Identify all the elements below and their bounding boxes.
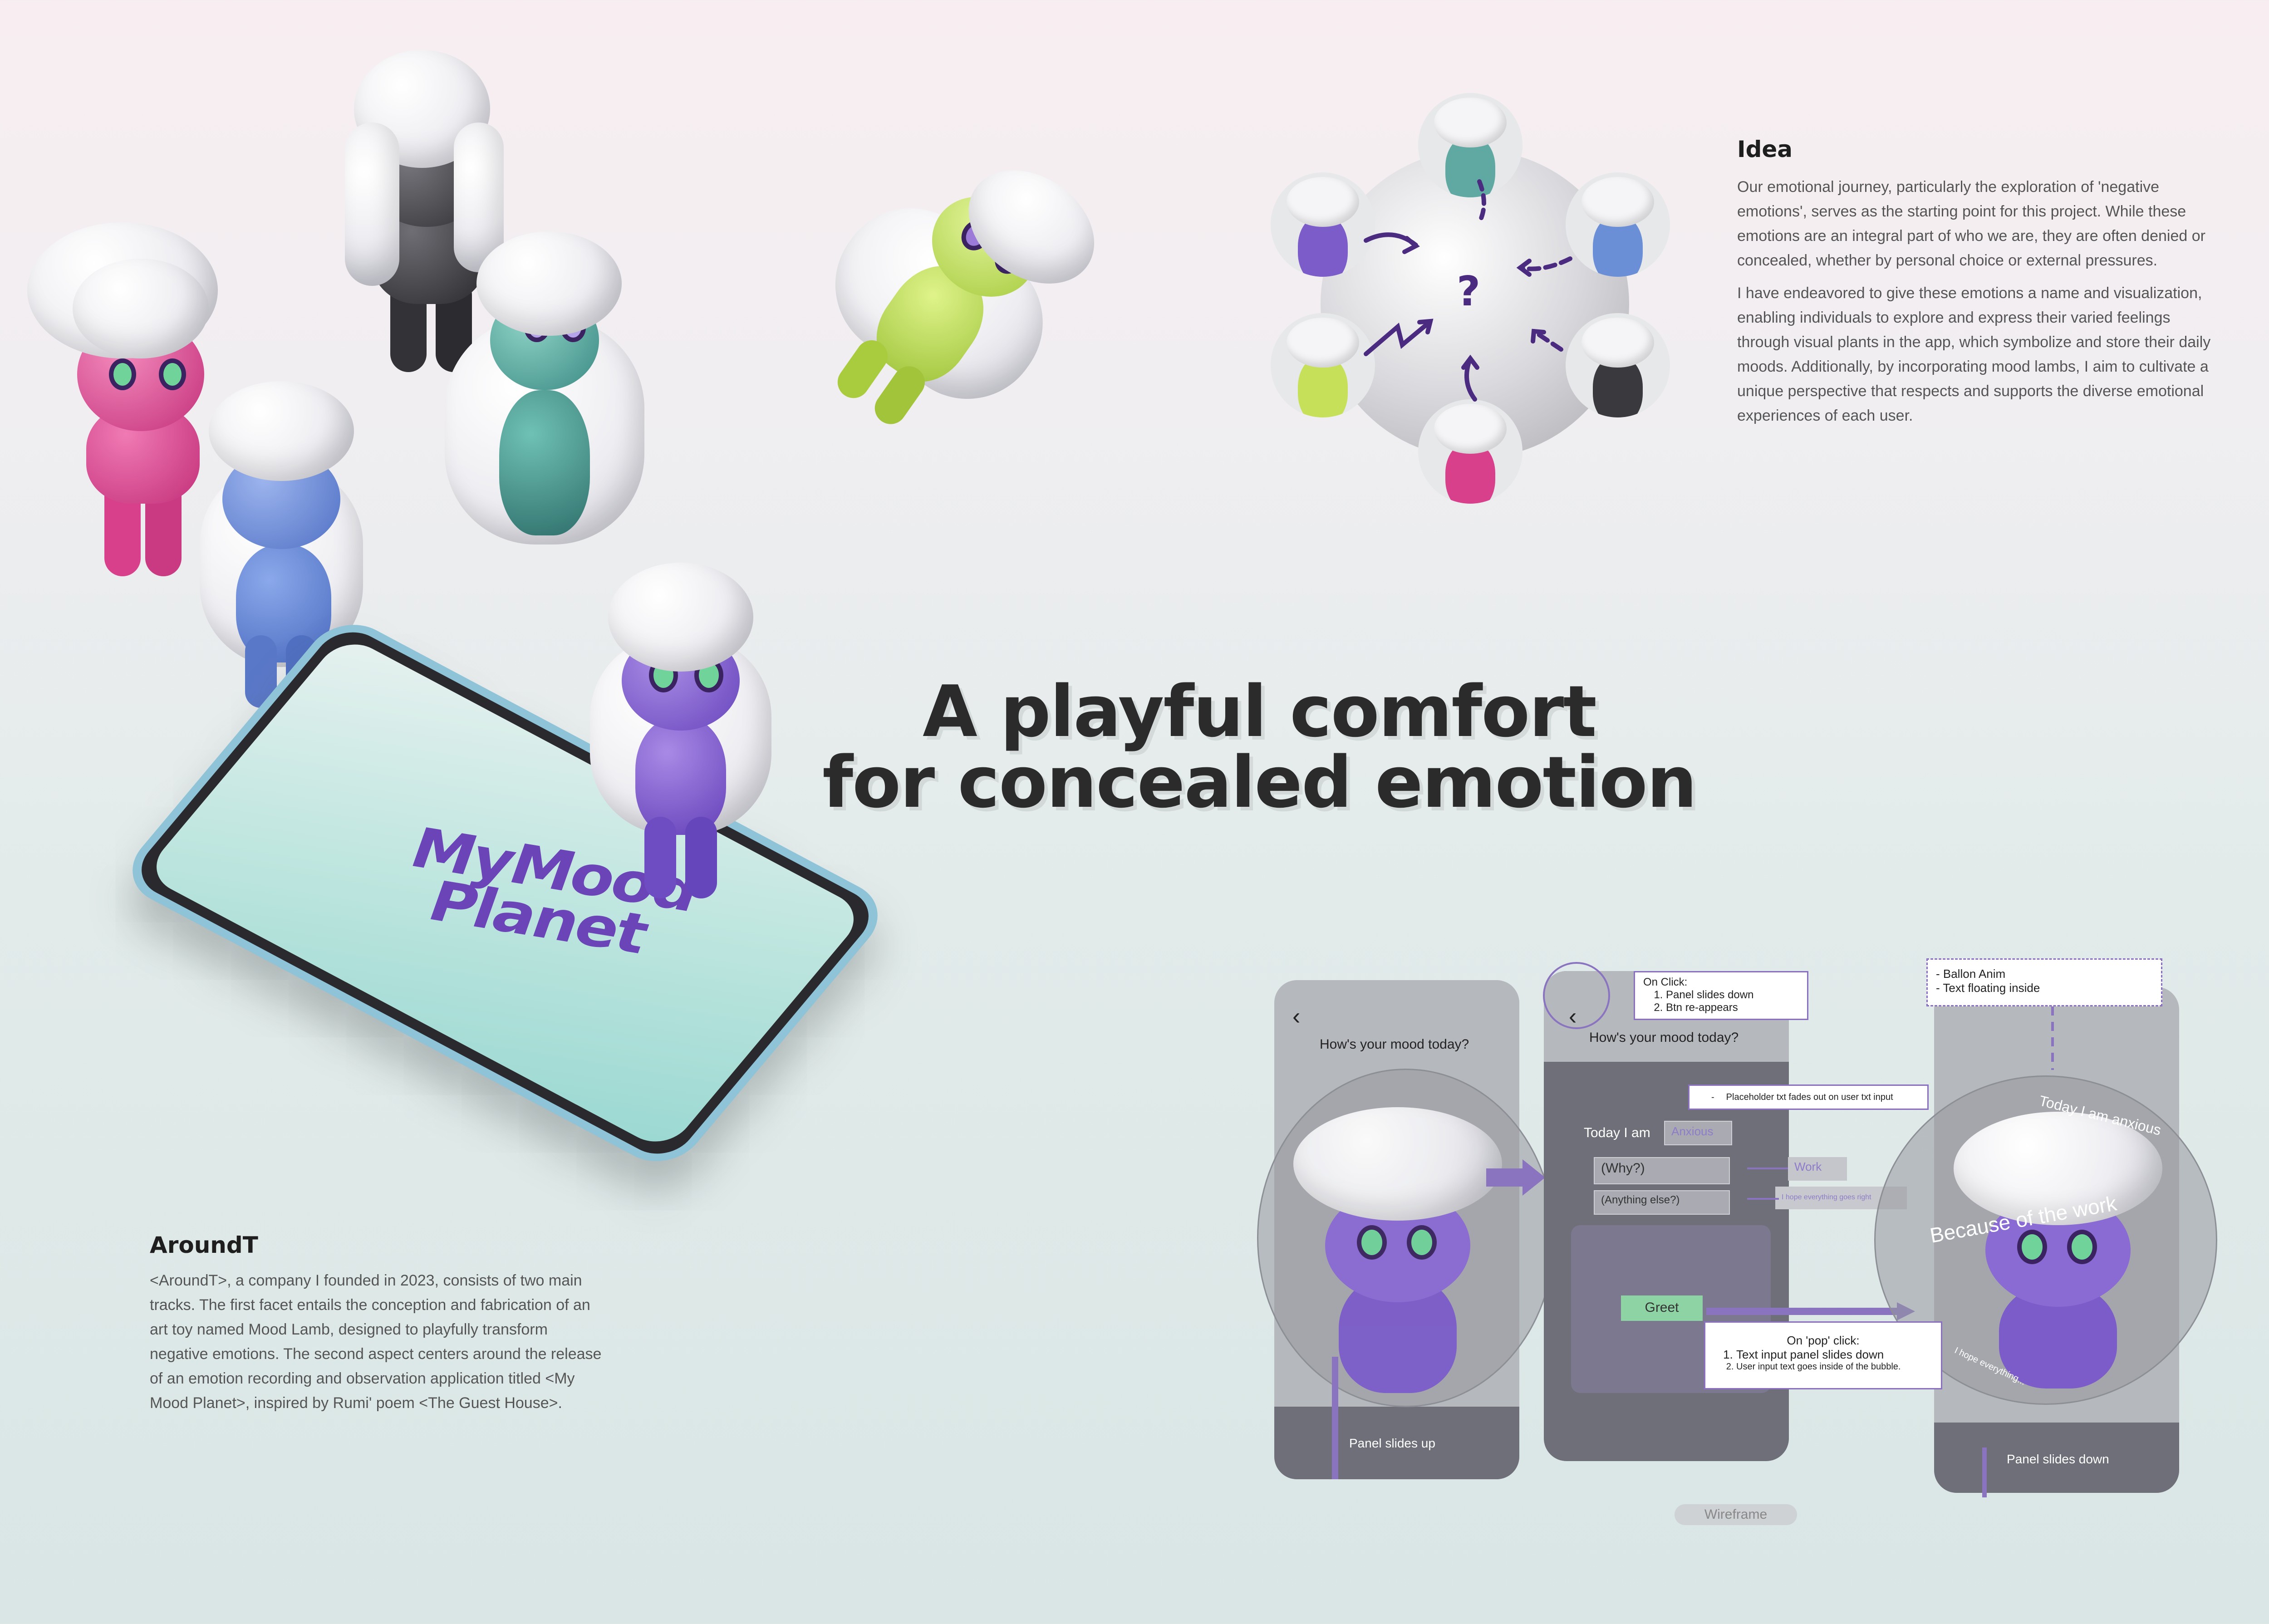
panel-down-arrow bbox=[1982, 1447, 1987, 1497]
main-headline: A playful comfort for concealed emotion bbox=[822, 670, 1697, 824]
wireframe-lamb-1 bbox=[1275, 1107, 1520, 1393]
teal-lamb-figure bbox=[436, 227, 663, 554]
hope-hint-arrow bbox=[1747, 1198, 1779, 1200]
wireframe-lamb-2-bg bbox=[1543, 962, 1610, 1029]
aroundt-paragraph: <AroundT>, a company I founded in 2023, … bbox=[150, 1272, 602, 1412]
mood-question: How's your mood today? bbox=[1589, 1030, 1739, 1045]
idea-paragraph-2: I have endeavored to give these emotions… bbox=[1737, 285, 2211, 424]
note-balloon: - Ballon Anim - Text floating inside bbox=[1926, 958, 2162, 1006]
aroundt-text: <AroundT>, a company I founded in 2023, … bbox=[150, 1268, 604, 1423]
aroundt-title: AroundT bbox=[150, 1232, 258, 1258]
lime-lamb-figure bbox=[763, 110, 1143, 489]
anything-else-input[interactable]: (Anything else?) bbox=[1594, 1190, 1730, 1215]
mood-input[interactable]: Anxious bbox=[1664, 1121, 1732, 1145]
panel-caption: Panel slides up bbox=[1349, 1436, 1435, 1450]
transition-arrow-2 bbox=[1706, 1302, 1915, 1320]
panel-up-arrow bbox=[1332, 1357, 1338, 1479]
wireframe-lamb-3 bbox=[1935, 1112, 2181, 1388]
idea-paragraph-1: Our emotional journey, particularly the … bbox=[1737, 178, 2205, 269]
work-hint: Work bbox=[1788, 1157, 1847, 1181]
note-placeholder: - Placeholder txt fades out on user txt i… bbox=[1688, 1084, 1929, 1110]
idea-text: Our emotional journey, particularly the … bbox=[1737, 175, 2218, 436]
note-pop-click: On 'pop' click: Text input panel slides … bbox=[1704, 1321, 1942, 1389]
work-hint-arrow bbox=[1747, 1168, 1788, 1169]
mood-question: How's your mood today? bbox=[1320, 1037, 1469, 1052]
back-chevron-icon[interactable]: ‹ bbox=[1292, 1003, 1300, 1030]
idea-title: Idea bbox=[1737, 136, 1793, 162]
greet-button[interactable]: Greet bbox=[1621, 1295, 1703, 1321]
panel-caption: Panel slides down bbox=[2007, 1452, 2109, 1466]
wireframe-label: Wireframe bbox=[1675, 1504, 1797, 1525]
why-input[interactable]: (Why?) bbox=[1594, 1157, 1730, 1184]
idea-arrows bbox=[1364, 179, 1572, 402]
today-label: Today I am bbox=[1584, 1125, 1650, 1140]
transition-arrow-1 bbox=[1486, 1159, 1545, 1196]
note-on-click: On Click: Panel slides down Btn re-appea… bbox=[1634, 971, 1808, 1020]
balloon-note-dashed-line bbox=[2051, 1006, 2054, 1070]
purple-lamb-figure bbox=[581, 563, 781, 898]
